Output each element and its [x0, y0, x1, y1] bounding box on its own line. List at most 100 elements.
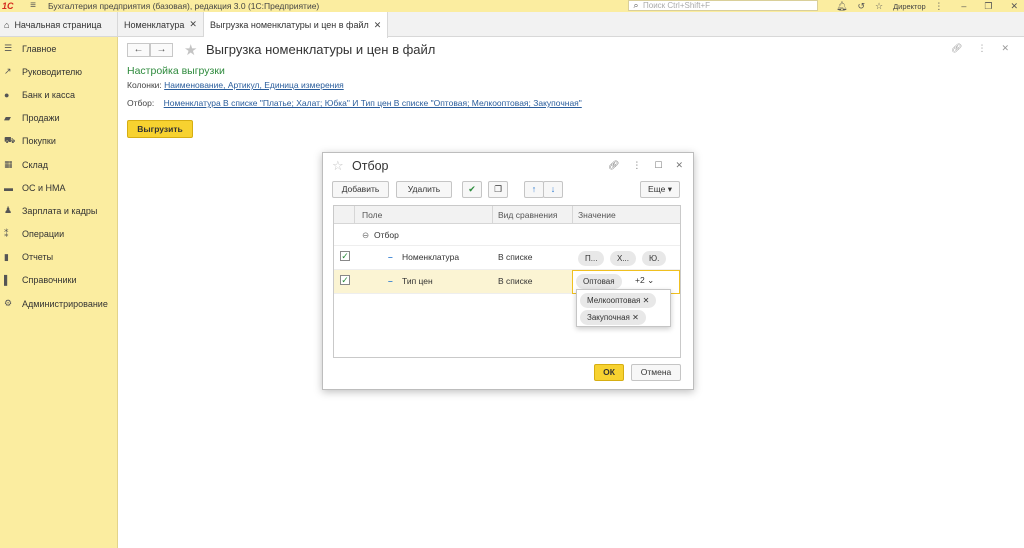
dialog-favorite-icon[interactable]: ☆: [332, 158, 344, 174]
columns-link[interactable]: Наименование, Артикул, Единица измерения: [164, 80, 344, 90]
ok-button[interactable]: ОК: [594, 364, 624, 381]
sidebar-item-references[interactable]: ▌ Справочники: [0, 269, 117, 292]
notifications-icon[interactable]: 🔔︎: [836, 1, 847, 12]
add-button[interactable]: Добавить: [332, 181, 389, 198]
comparison-cell: В списке: [498, 252, 533, 262]
sidebar-item-operations[interactable]: ⁑ Операции: [0, 223, 117, 246]
sidebar-item-warehouse[interactable]: ▦ Склад: [0, 153, 117, 176]
sidebar-item-label: Зарплата и кадры: [22, 205, 98, 216]
collapse-icon[interactable]: ⊖: [362, 230, 369, 241]
value-chip[interactable]: Ю.: [642, 251, 667, 266]
more-menu-button[interactable]: Еще ▾: [640, 181, 680, 198]
columns-label: Колонки:: [127, 80, 162, 90]
sidebar-item-reports[interactable]: ▮ Отчеты: [0, 246, 117, 269]
move-down-icon[interactable]: ↓: [543, 181, 563, 198]
global-search-input[interactable]: ⌕ Поиск Ctrl+Shift+F: [628, 0, 818, 11]
favorites-icon[interactable]: ☆: [875, 1, 883, 12]
sidebar-item-label: Справочники: [22, 275, 77, 286]
close-form-icon[interactable]: ✕: [1001, 43, 1009, 54]
close-icon[interactable]: ✕: [675, 160, 683, 171]
remove-icon[interactable]: ✕: [632, 313, 639, 322]
tab-nomenclature[interactable]: Номенклатура ✕: [118, 12, 204, 37]
value-chip[interactable]: П...: [578, 251, 605, 266]
tab-home-label: Начальная страница: [14, 19, 102, 30]
table-row[interactable]: ✓ – Номенклатура В списке П... Х... Ю.: [334, 246, 680, 270]
maximize-icon[interactable]: ☐: [654, 160, 662, 171]
move-up-icon[interactable]: ↑: [524, 181, 544, 198]
more-actions-icon[interactable]: ⋮: [977, 43, 986, 54]
field-cell: Номенклатура: [402, 252, 460, 262]
value-chip[interactable]: Мелкооптовая ✕: [580, 293, 657, 308]
link-icon[interactable]: 🔗︎: [951, 43, 962, 54]
app-title: Бухгалтерия предприятия (базовая), редак…: [48, 1, 320, 11]
filter-label: Отбор:: [127, 98, 155, 108]
value-chip[interactable]: Оптовая: [576, 274, 622, 289]
group-label: Отбор: [374, 230, 399, 240]
sidebar-item-sales[interactable]: ▰ Продажи: [0, 107, 117, 130]
sidebar-item-assets[interactable]: ▬ ОС и НМА: [0, 176, 117, 199]
sidebar-item-main[interactable]: ☰ Главное: [0, 37, 117, 60]
value-chip[interactable]: Х...: [610, 251, 637, 266]
filter-dialog: ☆ Отбор 🔗︎ ⋮ ☐ ✕ Добавить Удалить ✔ ❐ ↑ …: [322, 152, 694, 390]
history-icon[interactable]: ↺: [857, 1, 865, 12]
restore-icon[interactable]: ❐: [984, 1, 992, 12]
menu-icon: ☰: [4, 43, 13, 54]
title-bar: 1С ≡ Бухгалтерия предприятия (базовая), …: [0, 0, 1024, 12]
sidebar-item-label: Отчеты: [22, 252, 54, 263]
forward-button[interactable]: →: [150, 43, 173, 57]
sidebar-item-director[interactable]: ↗ Руководителю: [0, 60, 117, 83]
favorite-star-icon[interactable]: ★: [184, 41, 197, 59]
delete-button[interactable]: Удалить: [396, 181, 452, 198]
settings-title: Настройка выгрузки: [127, 65, 225, 77]
chevron-down-icon: ⌄: [647, 275, 655, 285]
sidebar-item-label: Покупки: [22, 136, 56, 147]
sidebar-item-label: Администрирование: [22, 298, 108, 309]
back-button[interactable]: ←: [127, 43, 150, 57]
truck-icon: ▬: [4, 182, 13, 193]
column-value: Значение: [578, 210, 616, 220]
comparison-cell: В списке: [498, 276, 533, 286]
remove-icon[interactable]: ✕: [643, 296, 650, 305]
close-icon[interactable]: ✕: [1010, 1, 1018, 12]
copy-icon[interactable]: ❐: [488, 181, 508, 198]
row-checkbox[interactable]: ✓: [340, 251, 350, 261]
more-values-toggle[interactable]: +2 ⌄: [635, 275, 654, 286]
link-icon[interactable]: 🔗︎: [608, 160, 619, 171]
gear-icon: ⚙: [4, 298, 13, 309]
chart-icon: ↗: [4, 66, 12, 77]
current-user[interactable]: Директор: [893, 2, 926, 11]
main-menu-icon[interactable]: ≡: [24, 0, 42, 12]
person-icon: ♟: [4, 205, 13, 216]
column-comparison: Вид сравнения: [498, 210, 558, 220]
sidebar-item-salary[interactable]: ♟ Зарплата и кадры: [0, 199, 117, 222]
sidebar-item-label: ОС и НМА: [22, 182, 66, 193]
more-icon[interactable]: ⋮: [934, 1, 943, 12]
app-logo: 1С: [2, 1, 14, 11]
bar-chart-icon: ▮: [4, 251, 9, 262]
sidebar-item-label: Руководителю: [22, 66, 83, 77]
export-button[interactable]: Выгрузить: [127, 120, 193, 138]
columns-row: Колонки: Наименование, Артикул, Единица …: [127, 80, 344, 90]
check-all-icon[interactable]: ✔: [462, 181, 482, 198]
filter-link[interactable]: Номенклатура В списке "Платье; Халат; Юб…: [164, 98, 582, 108]
sidebar-item-bank[interactable]: ● Банк и касса: [0, 83, 117, 106]
more-actions-icon[interactable]: ⋮: [632, 160, 641, 171]
minimize-icon[interactable]: –: [961, 1, 966, 11]
group-row[interactable]: ⊖ Отбор: [334, 224, 680, 246]
row-checkbox[interactable]: ✓: [340, 275, 350, 285]
values-popup: Мелкооптовая ✕ Закупочная ✕: [576, 289, 671, 327]
tab-bar: ⌂ Начальная страница Номенклатура ✕ Выгр…: [0, 12, 1024, 38]
more-label: Еще: [648, 184, 666, 194]
value-chip[interactable]: Закупочная ✕: [580, 310, 646, 325]
sidebar-item-purchases[interactable]: ⛟ Покупки: [0, 130, 117, 153]
tab-home[interactable]: ⌂ Начальная страница: [0, 12, 118, 37]
page-title: Выгрузка номенклатуры и цен в файл: [206, 42, 436, 57]
tab-export[interactable]: Выгрузка номенклатуры и цен в файл ✕: [203, 12, 389, 38]
book-icon: ▌: [4, 275, 11, 286]
column-field: Поле: [362, 210, 383, 220]
cancel-button[interactable]: Отмена: [631, 364, 681, 381]
close-tab-icon[interactable]: ✕: [374, 20, 382, 31]
sidebar-item-admin[interactable]: ⚙ Администрирование: [0, 292, 117, 315]
close-tab-icon[interactable]: ✕: [189, 19, 197, 30]
operations-icon: ⁑: [4, 228, 9, 239]
